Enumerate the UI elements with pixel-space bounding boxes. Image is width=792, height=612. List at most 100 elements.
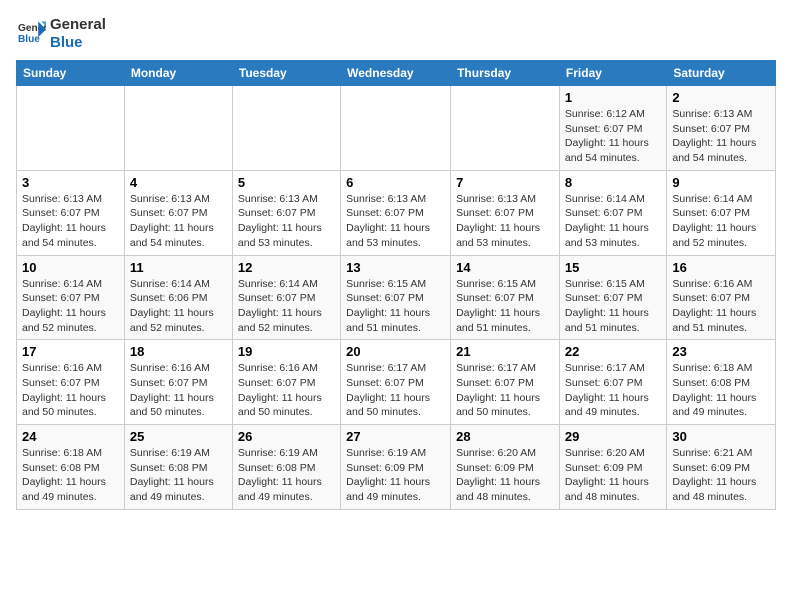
day-cell: 28 Sunrise: 6:20 AM Sunset: 6:09 PM Dayli… [451, 425, 560, 510]
day-info: Sunrise: 6:20 AM Sunset: 6:09 PM Dayligh… [456, 446, 554, 505]
day-info: Sunrise: 6:18 AM Sunset: 6:08 PM Dayligh… [22, 446, 119, 505]
day-info: Sunrise: 6:19 AM Sunset: 6:08 PM Dayligh… [238, 446, 335, 505]
day-info: Sunrise: 6:14 AM Sunset: 6:07 PM Dayligh… [22, 277, 119, 336]
day-info: Sunrise: 6:13 AM Sunset: 6:07 PM Dayligh… [672, 107, 770, 166]
day-number: 15 [565, 260, 661, 275]
day-cell: 6 Sunrise: 6:13 AM Sunset: 6:07 PM Daylig… [341, 170, 451, 255]
day-info: Sunrise: 6:14 AM Sunset: 6:07 PM Dayligh… [565, 192, 661, 251]
day-cell: 18 Sunrise: 6:16 AM Sunset: 6:07 PM Dayli… [124, 340, 232, 425]
day-cell: 8 Sunrise: 6:14 AM Sunset: 6:07 PM Daylig… [559, 170, 666, 255]
day-number: 13 [346, 260, 445, 275]
day-number: 5 [238, 175, 335, 190]
day-info: Sunrise: 6:15 AM Sunset: 6:07 PM Dayligh… [456, 277, 554, 336]
day-info: Sunrise: 6:16 AM Sunset: 6:07 PM Dayligh… [22, 361, 119, 420]
day-number: 30 [672, 429, 770, 444]
day-number: 16 [672, 260, 770, 275]
day-number: 19 [238, 344, 335, 359]
day-info: Sunrise: 6:14 AM Sunset: 6:06 PM Dayligh… [130, 277, 227, 336]
calendar-table: SundayMondayTuesdayWednesdayThursdayFrid… [16, 60, 776, 510]
day-number: 26 [238, 429, 335, 444]
week-row-1: 1 Sunrise: 6:12 AM Sunset: 6:07 PM Daylig… [17, 86, 776, 171]
day-cell: 27 Sunrise: 6:19 AM Sunset: 6:09 PM Dayli… [341, 425, 451, 510]
day-info: Sunrise: 6:18 AM Sunset: 6:08 PM Dayligh… [672, 361, 770, 420]
day-number: 23 [672, 344, 770, 359]
day-number: 2 [672, 90, 770, 105]
day-info: Sunrise: 6:13 AM Sunset: 6:07 PM Dayligh… [456, 192, 554, 251]
logo-icon: General Blue [18, 20, 46, 48]
day-cell: 14 Sunrise: 6:15 AM Sunset: 6:07 PM Dayli… [451, 255, 560, 340]
day-info: Sunrise: 6:14 AM Sunset: 6:07 PM Dayligh… [672, 192, 770, 251]
day-number: 10 [22, 260, 119, 275]
day-number: 8 [565, 175, 661, 190]
day-cell [341, 86, 451, 171]
day-info: Sunrise: 6:19 AM Sunset: 6:09 PM Dayligh… [346, 446, 445, 505]
day-number: 17 [22, 344, 119, 359]
day-number: 29 [565, 429, 661, 444]
day-cell: 30 Sunrise: 6:21 AM Sunset: 6:09 PM Dayli… [667, 425, 776, 510]
day-cell: 10 Sunrise: 6:14 AM Sunset: 6:07 PM Dayli… [17, 255, 125, 340]
logo: General Blue General Blue [16, 16, 106, 52]
day-number: 14 [456, 260, 554, 275]
day-number: 24 [22, 429, 119, 444]
day-number: 11 [130, 260, 227, 275]
day-cell: 25Sunrise: 6:19 AM Sunset: 6:08 PM Dayli… [124, 425, 232, 510]
day-cell: 15Sunrise: 6:15 AM Sunset: 6:07 PM Dayli… [559, 255, 666, 340]
day-cell: 24 Sunrise: 6:18 AM Sunset: 6:08 PM Dayli… [17, 425, 125, 510]
day-info: Sunrise: 6:15 AM Sunset: 6:07 PM Dayligh… [346, 277, 445, 336]
day-info: Sunrise: 6:19 AM Sunset: 6:08 PM Dayligh… [130, 446, 227, 505]
day-cell: 2 Sunrise: 6:13 AM Sunset: 6:07 PM Daylig… [667, 86, 776, 171]
day-info: Sunrise: 6:21 AM Sunset: 6:09 PM Dayligh… [672, 446, 770, 505]
day-cell: 7 Sunrise: 6:13 AM Sunset: 6:07 PM Daylig… [451, 170, 560, 255]
weekday-header-sunday: Sunday [17, 61, 125, 86]
weekday-header-friday: Friday [559, 61, 666, 86]
day-number: 9 [672, 175, 770, 190]
day-number: 22 [565, 344, 661, 359]
day-info: Sunrise: 6:17 AM Sunset: 6:07 PM Dayligh… [456, 361, 554, 420]
day-cell: 23 Sunrise: 6:18 AM Sunset: 6:08 PM Dayli… [667, 340, 776, 425]
svg-text:Blue: Blue [18, 34, 40, 45]
day-number: 27 [346, 429, 445, 444]
day-cell [17, 86, 125, 171]
day-cell: 26 Sunrise: 6:19 AM Sunset: 6:08 PM Dayli… [232, 425, 340, 510]
day-cell: 12 Sunrise: 6:14 AM Sunset: 6:07 PM Dayli… [232, 255, 340, 340]
day-cell: 29Sunrise: 6:20 AM Sunset: 6:09 PM Dayli… [559, 425, 666, 510]
day-cell: 1 Sunrise: 6:12 AM Sunset: 6:07 PM Daylig… [559, 86, 666, 171]
day-info: Sunrise: 6:13 AM Sunset: 6:07 PM Dayligh… [346, 192, 445, 251]
day-cell [232, 86, 340, 171]
day-info: Sunrise: 6:17 AM Sunset: 6:07 PM Dayligh… [565, 361, 661, 420]
day-cell: 21Sunrise: 6:17 AM Sunset: 6:07 PM Dayli… [451, 340, 560, 425]
day-number: 28 [456, 429, 554, 444]
day-cell [124, 86, 232, 171]
day-number: 7 [456, 175, 554, 190]
day-info: Sunrise: 6:13 AM Sunset: 6:07 PM Dayligh… [130, 192, 227, 251]
day-cell: 16 Sunrise: 6:16 AM Sunset: 6:07 PM Dayli… [667, 255, 776, 340]
day-number: 6 [346, 175, 445, 190]
day-info: Sunrise: 6:13 AM Sunset: 6:07 PM Dayligh… [22, 192, 119, 251]
day-number: 18 [130, 344, 227, 359]
week-row-5: 24 Sunrise: 6:18 AM Sunset: 6:08 PM Dayli… [17, 425, 776, 510]
day-info: Sunrise: 6:14 AM Sunset: 6:07 PM Dayligh… [238, 277, 335, 336]
day-number: 4 [130, 175, 227, 190]
day-cell: 11 Sunrise: 6:14 AM Sunset: 6:06 PM Dayli… [124, 255, 232, 340]
day-cell: 20 Sunrise: 6:17 AM Sunset: 6:07 PM Dayli… [341, 340, 451, 425]
day-cell: 13 Sunrise: 6:15 AM Sunset: 6:07 PM Dayli… [341, 255, 451, 340]
day-number: 12 [238, 260, 335, 275]
day-cell: 4 Sunrise: 6:13 AM Sunset: 6:07 PM Daylig… [124, 170, 232, 255]
day-number: 3 [22, 175, 119, 190]
day-number: 20 [346, 344, 445, 359]
day-info: Sunrise: 6:17 AM Sunset: 6:07 PM Dayligh… [346, 361, 445, 420]
weekday-header-thursday: Thursday [451, 61, 560, 86]
weekday-header-tuesday: Tuesday [232, 61, 340, 86]
weekday-header-saturday: Saturday [667, 61, 776, 86]
day-info: Sunrise: 6:16 AM Sunset: 6:07 PM Dayligh… [672, 277, 770, 336]
day-info: Sunrise: 6:13 AM Sunset: 6:07 PM Dayligh… [238, 192, 335, 251]
day-cell [451, 86, 560, 171]
day-info: Sunrise: 6:16 AM Sunset: 6:07 PM Dayligh… [238, 361, 335, 420]
week-row-2: 3 Sunrise: 6:13 AM Sunset: 6:07 PM Daylig… [17, 170, 776, 255]
day-cell: 17 Sunrise: 6:16 AM Sunset: 6:07 PM Dayli… [17, 340, 125, 425]
day-info: Sunrise: 6:12 AM Sunset: 6:07 PM Dayligh… [565, 107, 661, 166]
day-info: Sunrise: 6:16 AM Sunset: 6:07 PM Dayligh… [130, 361, 227, 420]
week-row-4: 17 Sunrise: 6:16 AM Sunset: 6:07 PM Dayli… [17, 340, 776, 425]
logo-text: General Blue [50, 16, 106, 52]
day-number: 1 [565, 90, 661, 105]
